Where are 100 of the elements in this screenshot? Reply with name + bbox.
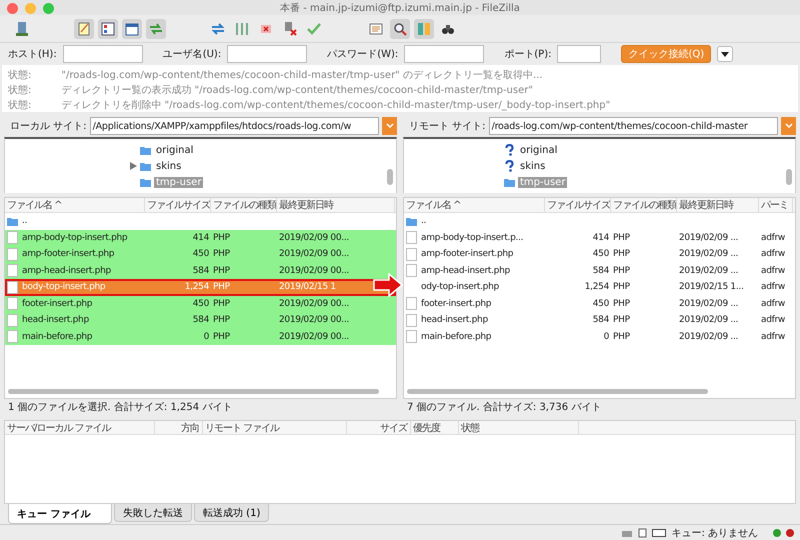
dropdown-button[interactable] — [717, 46, 734, 62]
question-icon — [504, 144, 515, 156]
input-field[interactable] — [227, 45, 308, 63]
column-header[interactable]: パーミ — [759, 198, 793, 212]
folder-icon — [140, 160, 151, 172]
column-header[interactable]: サイズ — [347, 421, 411, 434]
column-header[interactable]: ファイルサイズ — [545, 198, 611, 212]
table-cell: head-insert.php — [404, 314, 545, 327]
folder-icon — [140, 176, 151, 188]
path-field[interactable]: /roads-log.com/wp-content/themes/cocoon-child-master — [488, 117, 778, 135]
server-icon — [14, 20, 30, 36]
table-cell: amp-body-top-insert.p... — [404, 231, 545, 244]
column-header[interactable]: ファイル名 ^ — [404, 198, 545, 212]
expand-triangle-icon[interactable] — [130, 162, 137, 170]
column-header[interactable]: サーバ/ローカル ファイル — [5, 421, 155, 434]
log-message: "/roads-log.com/wp-content/themes/cocoon-child-master/tmp-user" のディレクトリ一覧を取得中... — [61, 68, 542, 82]
table-cell-text: 2019/02/09 00... — [278, 249, 350, 260]
path-field[interactable]: /Applications/XAMPP/xamppfiles/htdocs/roads-log.com/w — [90, 117, 379, 135]
column-header[interactable]: 最終更新日時 — [677, 198, 759, 212]
table-cell-text: PHP — [212, 232, 231, 243]
tab[interactable]: 転送成功 (1) — [194, 504, 270, 522]
question-icon — [504, 160, 515, 172]
table-cell-text: 414 — [192, 232, 210, 243]
file-icon — [7, 248, 18, 261]
minimize-button[interactable] — [25, 3, 36, 14]
table-cell-text: PHP — [612, 249, 631, 260]
table-cell: amp-footer-insert.php — [404, 248, 545, 261]
input-field[interactable] — [557, 45, 602, 63]
toolbar-button[interactable] — [98, 18, 118, 38]
table-cell: footer-insert.php — [404, 297, 545, 310]
table-cell: head-insert.php — [5, 314, 145, 327]
log-label: 状態: — [8, 98, 32, 112]
path-dropdown[interactable] — [382, 117, 397, 135]
table-cell: footer-insert.php — [5, 297, 145, 310]
column-header[interactable]: 優先度 — [411, 421, 459, 434]
file-icon — [406, 231, 417, 244]
toolbar-button[interactable] — [122, 18, 142, 38]
input-field[interactable] — [62, 45, 143, 63]
column-header[interactable]: 方向 — [155, 421, 203, 434]
refresh-icon — [210, 20, 226, 36]
tab[interactable]: キュー ファイル — [8, 504, 112, 524]
table-cell-text: 450 — [192, 249, 210, 260]
table-cell-text: 2019/02/09 ... — [678, 249, 740, 260]
file-row[interactable]: footer-insert.php 450 PHP 2019/02/09 00... — [5, 296, 396, 312]
table-cell-text: adfrw — [760, 266, 786, 276]
column-header[interactable]: ファイルの種類 — [211, 198, 277, 212]
table-cell-text: adfrw — [760, 315, 786, 326]
tab[interactable]: 失敗した転送 — [114, 504, 192, 522]
column-header[interactable]: ファイルサイズ — [145, 198, 211, 212]
table-cell-text: 2019/02/09 00... — [278, 298, 350, 309]
field-label: ユーザ名(U): — [162, 48, 222, 61]
file-icon — [406, 248, 417, 261]
table-cell-text: 450 — [592, 298, 610, 309]
input-field[interactable] — [404, 45, 484, 63]
table-cell-text: 584 — [192, 315, 210, 326]
file-icon — [406, 314, 417, 327]
check-icon — [306, 20, 322, 36]
tree-item[interactable]: skins — [154, 160, 184, 172]
column-header[interactable]: ファイルの種類 — [611, 198, 677, 212]
column-header[interactable]: 状態 — [459, 421, 579, 434]
list-icon — [368, 20, 384, 36]
notepad-icon — [76, 20, 92, 36]
table-cell-text: 2019/02/09 ... — [678, 266, 740, 276]
folder-icon — [140, 144, 151, 156]
field-label: パスワード(W): — [327, 48, 398, 61]
tree-item[interactable]: original — [518, 144, 560, 156]
column-header[interactable]: ファイル名 ^ — [5, 198, 145, 212]
table-cell: main-before.php — [404, 330, 545, 344]
table-cell-text: 2019/02/09 00... — [278, 315, 350, 326]
maximize-button[interactable] — [43, 3, 54, 14]
table-cell-text: 2019/02/09 ... — [678, 232, 740, 243]
scrollbar-thumb[interactable] — [407, 389, 708, 394]
table-cell-text: PHP — [212, 298, 231, 309]
field-label: ポート(P): — [504, 48, 552, 61]
file-row[interactable]: main-before.php 0 PHP 2019/02/09 00... — [5, 328, 396, 345]
table-cell-text: PHP — [612, 298, 631, 309]
file-row[interactable]: amp-head-insert.php 584 PHP 2019/02/09 00... — [5, 262, 396, 279]
path-dropdown[interactable] — [781, 117, 796, 135]
panel-icon — [100, 20, 116, 36]
toolbar-button[interactable] — [390, 18, 410, 38]
file-icon — [7, 297, 18, 310]
folder-icon — [406, 216, 417, 227]
file-icon — [7, 314, 18, 327]
file-row[interactable]: amp-footer-insert.php 450 PHP 2019/02/09 00... — [5, 246, 396, 262]
table-cell-text: adfrw — [760, 332, 786, 342]
scrollbar-thumb[interactable] — [8, 389, 380, 394]
tree-item[interactable]: skins — [518, 160, 548, 172]
scrollbar-thumb[interactable] — [387, 169, 393, 185]
table-cell: .. — [404, 216, 545, 227]
scrollbar-thumb[interactable] — [786, 169, 792, 185]
column-header[interactable]: 最終更新日時 — [277, 198, 395, 212]
close-button[interactable] — [7, 3, 18, 14]
file-row[interactable]: amp-body-top-insert.php 414 PHP 2019/02/09 00... — [5, 230, 396, 246]
table-cell-text: 2019/02/09 ... — [678, 332, 740, 342]
column-header[interactable]: リモート ファイル — [203, 421, 347, 434]
table-cell-text: 2019/02/15 1 — [278, 282, 337, 292]
tree-item[interactable]: original — [154, 144, 196, 156]
file-row[interactable]: head-insert.php 584 PHP 2019/02/09 00... — [5, 312, 396, 328]
file-icon — [7, 231, 18, 244]
table-cell-text: adfrw — [760, 282, 786, 292]
